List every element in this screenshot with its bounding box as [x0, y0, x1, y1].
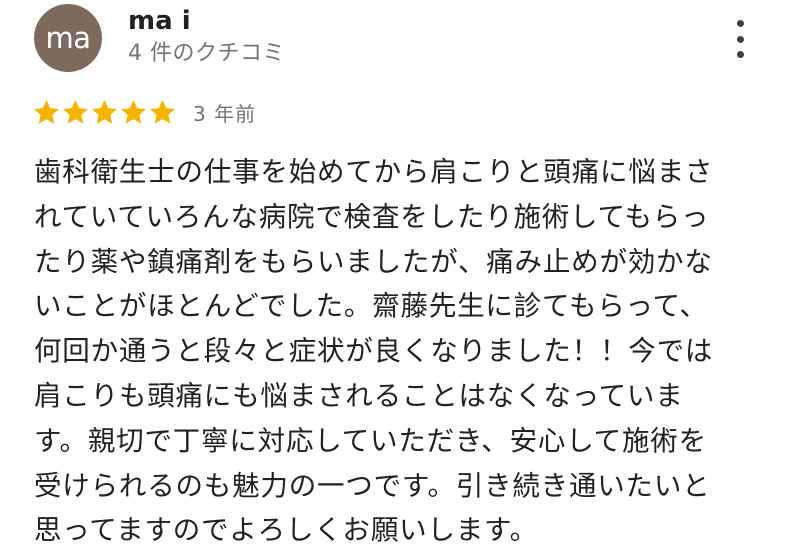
more-vert-icon [736, 20, 744, 27]
review-text-line: れていていろんな病院で検査をしたり施術してもらっ [34, 200, 710, 233]
star-icon [61, 98, 90, 127]
review-text-line: 思ってますのでよろしくお願いします。 [34, 514, 538, 547]
review-text-line: 何回か通うと段々と症状が良くなりました！！今では [34, 335, 714, 368]
review-text-line: 肩こりも頭痛にも悩まされることはなくなっていま [34, 379, 684, 412]
more-vert-icon-dot [736, 51, 744, 58]
star-rating [32, 98, 177, 127]
avatar-initials: ma [45, 21, 91, 55]
review-text-line: たり薬や鎮痛剤をもらいましたが、痛み止めが効かな [34, 245, 713, 278]
reviewer-review-count[interactable]: 4 件のクチコミ [128, 40, 285, 68]
reviewer-name[interactable]: ma i [128, 6, 191, 36]
rating-row: 3 年前 [32, 96, 256, 128]
star-icon [119, 98, 148, 127]
review-text-line: いことがほとんどでした。齋藤先生に診てもらって、 [34, 290, 708, 323]
star-icon [90, 98, 119, 127]
review-card: ma ma i 4 件のクチコミ 3 年前 歯科衛生士の仕事を始めてから肩こりと… [0, 0, 800, 546]
avatar[interactable]: ma [34, 4, 102, 72]
review-text-line: す。親切で丁寧に対応していただき、安心して施術を [34, 424, 707, 457]
star-icon [148, 98, 177, 127]
more-vert-icon-dot [736, 35, 744, 43]
review-text-line: 歯科衛生士の仕事を始めてから肩こりと頭痛に悩まさ [34, 156, 714, 188]
more-options-button[interactable] [726, 18, 754, 60]
review-time: 3 年前 [193, 101, 257, 126]
review-text-line: 受けられるのも魅力の一つです。引き続き通いたいと [34, 469, 711, 502]
star-icon [32, 98, 61, 127]
review-text: 歯科衛生士の仕事を始めてから肩こりと頭痛に悩まさ れていていろんな病院で検査をした… [34, 150, 774, 553]
